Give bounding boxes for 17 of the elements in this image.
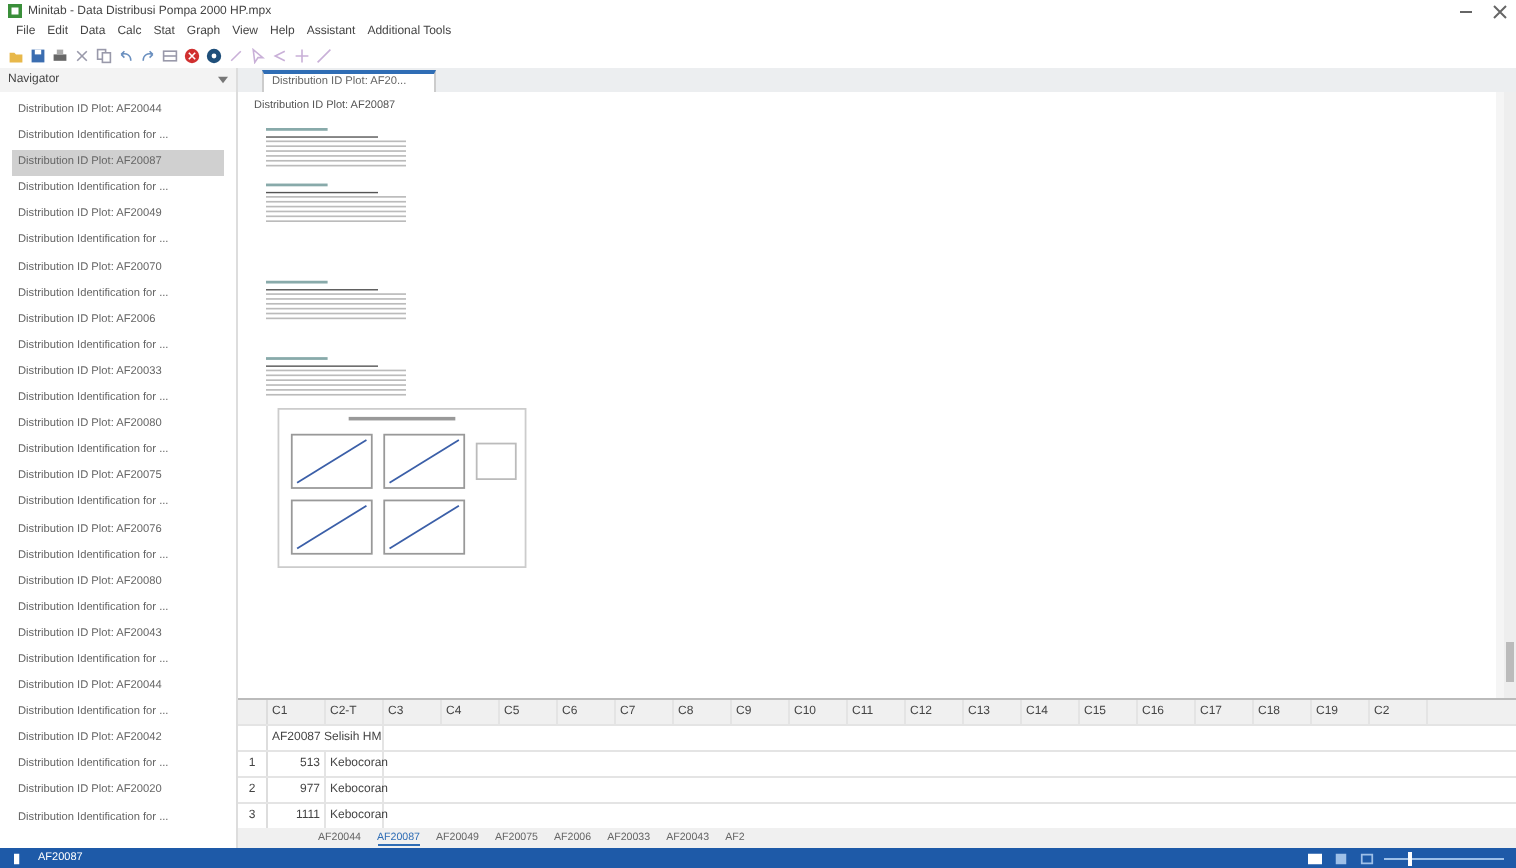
redo-icon[interactable] [140,47,156,63]
chart-icon[interactable] [1306,851,1324,865]
close-icon[interactable] [1492,3,1508,19]
pointer-icon[interactable] [250,47,266,63]
print-icon[interactable] [52,47,68,63]
zoom-slider[interactable] [1384,851,1504,865]
cut-icon[interactable] [74,47,90,63]
table-icon[interactable] [162,47,178,63]
cancel-icon[interactable] [184,47,200,63]
window-icon[interactable] [1358,851,1376,865]
line-icon[interactable] [316,47,332,63]
grid-icon[interactable] [1332,851,1350,865]
dropdown-arrow-icon[interactable] [218,76,228,84]
copy-icon[interactable] [96,47,112,63]
undo-icon[interactable] [118,47,134,63]
angle-icon[interactable] [272,47,288,63]
save-icon[interactable] [30,47,46,63]
